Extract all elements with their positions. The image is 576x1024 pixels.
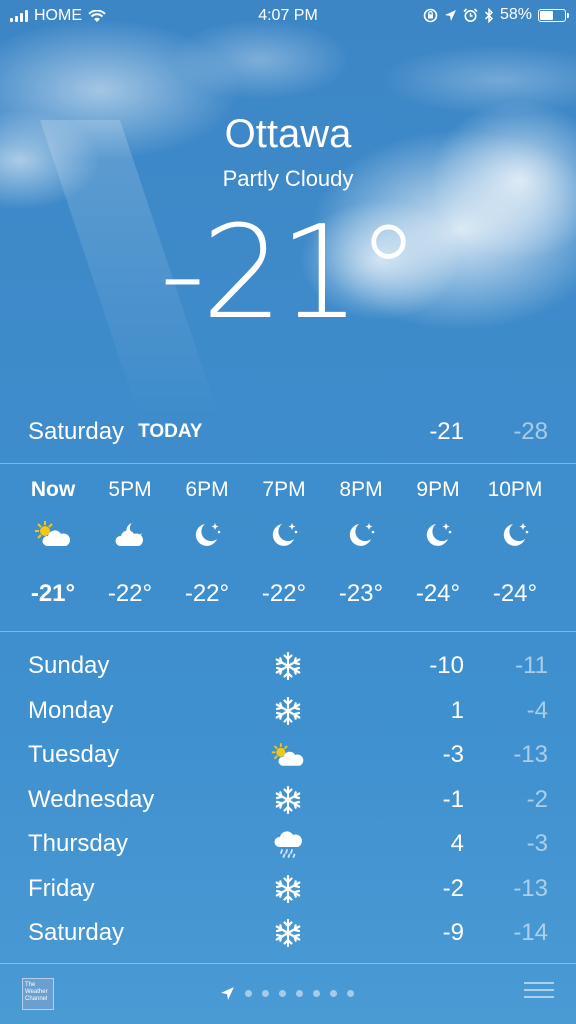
hourly-item: 10PM -24° [476, 466, 554, 608]
day-name: Friday [28, 874, 95, 902]
moon-stars-icon [476, 514, 554, 554]
day-low: -11 [515, 652, 548, 680]
status-bar: HOME 4:07 PM 58% [0, 0, 576, 32]
hourly-item: 8PM -23° [322, 466, 400, 608]
bluetooth-icon [484, 7, 494, 23]
page-dot[interactable] [330, 990, 337, 997]
hour-temp: -22° [184, 580, 230, 607]
weather-condition: Partly Cloudy [222, 166, 354, 191]
page-dot[interactable] [347, 990, 354, 997]
hour-label: 8PM [339, 478, 383, 501]
weather-channel-logo[interactable]: The Weather Channel [22, 978, 54, 1010]
footer-bar: The Weather Channel [0, 964, 576, 1024]
day-name: Thursday [28, 830, 129, 858]
today-day: Saturday [28, 418, 125, 445]
page-dot[interactable] [279, 990, 286, 997]
partly-cloudy-night-icon [91, 514, 169, 554]
day-low: -13 [513, 741, 548, 769]
battery-percent: 58% [499, 6, 532, 23]
day-low: -2 [526, 785, 548, 813]
daily-row: Wednesday -1 -2 [28, 778, 548, 823]
today-summary-row: Saturday TODAY -21 -28 [28, 412, 548, 452]
hourly-item: 9PM -24° [399, 466, 477, 608]
snowflake-icon [270, 693, 306, 729]
hour-temp: -22° [261, 580, 307, 607]
hourly-item: Now -21° [14, 466, 92, 608]
snowflake-icon [270, 782, 306, 818]
daily-row: Monday 1 -4 [28, 689, 548, 734]
moon-stars-icon [245, 514, 323, 554]
moon-stars-icon [168, 514, 246, 554]
hourly-item: 5PM -22° [91, 466, 169, 608]
hour-temp: -23° [338, 580, 384, 607]
hour-temp: -24° [415, 580, 461, 607]
day-high: -10 [429, 652, 464, 680]
hour-label: 6PM [185, 478, 229, 501]
hour-label: 5PM [108, 478, 152, 501]
hour-temp: -24° [492, 580, 538, 607]
today-tag: TODAY [138, 421, 203, 442]
city-list-icon[interactable] [524, 982, 554, 1002]
daily-row: Tuesday -3 -13 [28, 733, 548, 778]
page-dot[interactable] [296, 990, 303, 997]
day-name: Monday [28, 696, 114, 724]
divider [0, 463, 576, 464]
hourly-item: 6PM -22° [168, 466, 246, 608]
day-low: -13 [513, 874, 548, 902]
rain-cloud-icon [270, 826, 306, 862]
day-high: -9 [442, 919, 464, 947]
today-low: -28 [513, 418, 548, 445]
day-name: Sunday [28, 652, 110, 680]
snowflake-icon [270, 648, 306, 684]
snowflake-icon [270, 915, 306, 951]
partly-cloudy-day-icon [14, 514, 92, 554]
hour-label: 9PM [416, 478, 460, 501]
page-dot[interactable] [262, 990, 269, 997]
hour-label: 7PM [262, 478, 306, 501]
day-low: -4 [526, 696, 548, 724]
daily-row: Thursday 4 -3 [28, 822, 548, 867]
location-arrow-icon [221, 987, 234, 1000]
alarm-icon [463, 7, 478, 22]
hour-label: Now [30, 478, 76, 501]
hour-temp: -21° [30, 580, 76, 607]
today-high: -21 [429, 418, 464, 445]
day-high: -1 [442, 785, 464, 813]
partly-cloudy-day-icon [270, 737, 306, 773]
day-high: 1 [450, 696, 464, 724]
daily-row: Saturday -9 -14 [28, 911, 548, 956]
page-dot[interactable] [245, 990, 252, 997]
day-high: -2 [442, 874, 464, 902]
moon-stars-icon [322, 514, 400, 554]
current-temperature: -21° [159, 199, 420, 348]
page-dot[interactable] [313, 990, 320, 997]
moon-stars-icon [399, 514, 477, 554]
daily-row: Friday -2 -13 [28, 867, 548, 912]
day-low: -14 [513, 919, 548, 947]
logo-text: The Weather Channel [25, 982, 48, 1002]
snowflake-icon [270, 871, 306, 907]
day-low: -3 [526, 830, 548, 858]
day-name: Tuesday [28, 741, 120, 769]
hourly-forecast[interactable]: Now -21° 5PM -22° 6PM -22° 7PM -22° 8PM … [0, 466, 576, 630]
daily-forecast[interactable]: Sunday -10 -11 Monday 1 -4 Tuesday -3 -1… [28, 644, 548, 956]
hour-temp: -22° [107, 580, 153, 607]
page-indicator[interactable] [220, 986, 354, 1001]
hour-label: 10PM [487, 478, 543, 501]
day-name: Wednesday [28, 785, 155, 813]
day-name: Saturday [28, 919, 125, 947]
day-high: 4 [450, 830, 464, 858]
divider [0, 631, 576, 632]
rotation-lock-icon [423, 8, 438, 22]
daily-row: Sunday -10 -11 [28, 644, 548, 689]
location-arrow-icon [444, 9, 456, 21]
day-high: -3 [442, 741, 464, 769]
hourly-item: 7PM -22° [245, 466, 323, 608]
city-name: Ottawa [224, 112, 352, 156]
battery-icon [538, 8, 569, 22]
